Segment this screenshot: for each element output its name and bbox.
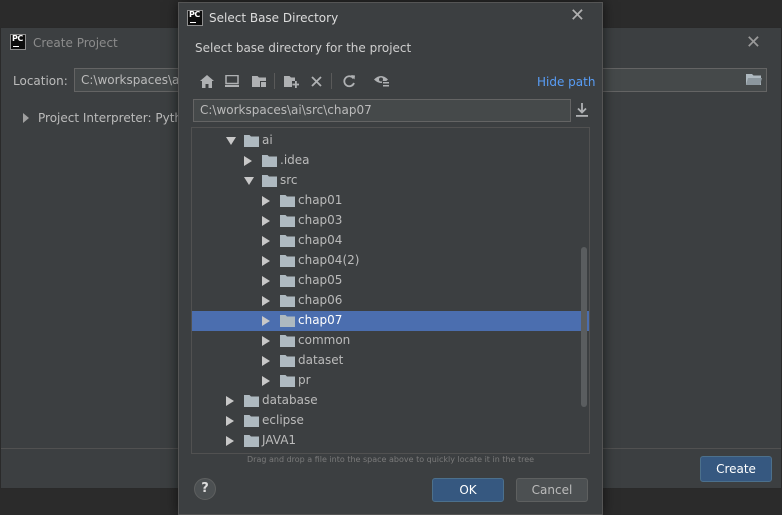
tree-item-label: dataset — [298, 353, 344, 367]
folder-icon — [262, 175, 277, 187]
delete-icon[interactable] — [306, 71, 326, 91]
tree-item[interactable]: database — [192, 391, 589, 411]
close-icon[interactable]: ✕ — [570, 5, 585, 26]
folder-icon — [280, 375, 295, 387]
tree-item[interactable]: chap07 — [192, 311, 589, 331]
collapsed-arrow-icon[interactable] — [244, 156, 252, 166]
desktop-icon[interactable] — [222, 71, 242, 91]
tree-item-label: common — [298, 333, 351, 347]
folder-icon — [244, 415, 259, 427]
tree-item[interactable]: ai — [192, 131, 589, 151]
tree-item[interactable]: chap06 — [192, 291, 589, 311]
folder-icon — [280, 235, 295, 247]
create-button[interactable]: Create — [700, 456, 772, 482]
collapsed-arrow-icon[interactable] — [262, 276, 270, 286]
collapsed-arrow-icon[interactable] — [262, 236, 270, 246]
pycharm-logo-icon — [10, 34, 26, 50]
folder-icon — [262, 155, 277, 167]
expanded-arrow-icon[interactable] — [226, 137, 236, 145]
browse-folder-icon[interactable] — [746, 73, 762, 86]
tree-item-label: ai — [262, 133, 273, 147]
tree-item[interactable]: eclipse — [192, 411, 589, 431]
tree-item[interactable]: .idea — [192, 151, 589, 171]
tree-item[interactable]: chap01 — [192, 191, 589, 211]
tree-item-label: src — [280, 173, 298, 187]
collapsed-arrow-icon[interactable] — [262, 256, 270, 266]
folder-icon — [280, 195, 295, 207]
help-button[interactable]: ? — [194, 478, 216, 500]
folder-icon — [280, 255, 295, 267]
folder-icon — [280, 275, 295, 287]
tree-item[interactable]: chap03 — [192, 211, 589, 231]
path-input[interactable]: C:\workspaces\ai\src\chap07 — [193, 99, 571, 122]
folder-icon — [244, 135, 259, 147]
tree-item-label: chap04 — [298, 233, 343, 247]
folder-icon — [280, 355, 295, 367]
tree-item[interactable]: common — [192, 331, 589, 351]
ok-button[interactable]: OK — [432, 478, 504, 502]
toolbar-separator — [331, 73, 332, 89]
show-hidden-icon[interactable] — [372, 71, 392, 91]
tree-scrollbar[interactable] — [581, 247, 587, 407]
tree-item[interactable]: chap04 — [192, 231, 589, 251]
project-folder-icon[interactable] — [249, 71, 269, 91]
collapsed-arrow-icon[interactable] — [226, 416, 234, 426]
hide-path-link[interactable]: Hide path — [537, 75, 595, 89]
dialog-description: Select base directory for the project — [195, 41, 412, 55]
tree-item[interactable]: JAVA1 — [192, 431, 589, 451]
home-icon[interactable] — [197, 71, 217, 91]
folder-icon — [280, 295, 295, 307]
window-title: Create Project — [33, 36, 118, 50]
collapsed-arrow-icon[interactable] — [262, 356, 270, 366]
expanded-arrow-icon[interactable] — [244, 177, 254, 185]
file-chooser-toolbar — [195, 71, 595, 91]
collapsed-arrow-icon[interactable] — [262, 216, 270, 226]
location-label: Location: — [13, 74, 68, 88]
tree-item-label: chap03 — [298, 213, 343, 227]
folder-icon — [244, 435, 259, 447]
expand-arrow-icon[interactable] — [23, 113, 29, 123]
tree-item-label: chap05 — [298, 273, 343, 287]
tree-item-label: chap06 — [298, 293, 343, 307]
collapsed-arrow-icon[interactable] — [262, 376, 270, 386]
tree-item[interactable]: src — [192, 171, 589, 191]
tree-item-label: database — [262, 393, 318, 407]
tree-item-label: JAVA1 — [262, 433, 297, 447]
project-interpreter-label[interactable]: Project Interpreter: Python — [38, 111, 197, 125]
collapsed-arrow-icon[interactable] — [262, 296, 270, 306]
download-icon[interactable] — [575, 102, 589, 118]
folder-icon — [280, 315, 295, 327]
collapsed-arrow-icon[interactable] — [262, 196, 270, 206]
close-icon[interactable]: ✕ — [746, 32, 761, 53]
collapsed-arrow-icon[interactable] — [226, 396, 234, 406]
tree-item-label: eclipse — [262, 413, 304, 427]
tree-item-label: chap07 — [298, 313, 343, 327]
select-base-directory-dialog: Select Base Directory ✕ Select base dire… — [178, 2, 603, 515]
pycharm-logo-icon — [187, 10, 203, 26]
drag-drop-hint: Drag and drop a file into the space abov… — [247, 455, 535, 464]
tree-item[interactable]: chap05 — [192, 271, 589, 291]
collapsed-arrow-icon[interactable] — [226, 436, 234, 446]
toolbar-separator — [274, 73, 275, 89]
refresh-icon[interactable] — [339, 71, 359, 91]
cancel-button[interactable]: Cancel — [516, 478, 588, 502]
tree-item-label: chap01 — [298, 193, 343, 207]
collapsed-arrow-icon[interactable] — [262, 336, 270, 346]
folder-icon — [280, 215, 295, 227]
folder-icon — [280, 335, 295, 347]
dialog-title: Select Base Directory — [209, 11, 339, 25]
directory-tree[interactable]: ai .idea src chap01 chap03 chap04 chap04(2) cha… — [191, 127, 590, 454]
collapsed-arrow-icon[interactable] — [262, 316, 270, 326]
tree-item-label: pr — [298, 373, 311, 387]
tree-item[interactable]: pr — [192, 371, 589, 391]
folder-icon — [244, 395, 259, 407]
tree-item[interactable]: dataset — [192, 351, 589, 371]
tree-item[interactable]: chap04(2) — [192, 251, 589, 271]
tree-item-label: chap04(2) — [298, 253, 360, 267]
tree-item-label: .idea — [280, 153, 310, 167]
new-folder-icon[interactable] — [281, 71, 301, 91]
